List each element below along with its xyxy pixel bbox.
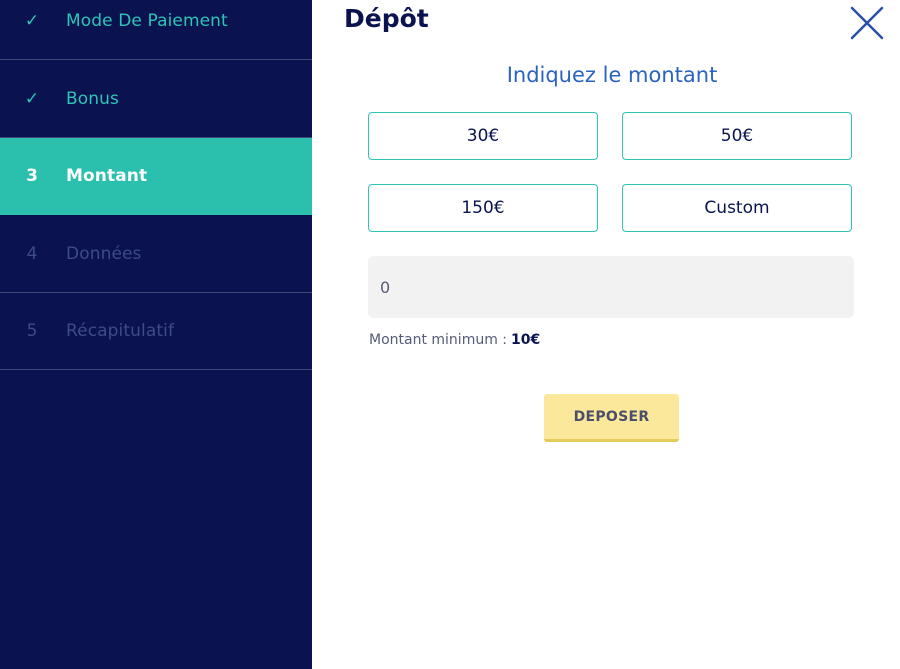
amount-50-button[interactable]: 50€ <box>622 112 852 160</box>
step-label: Mode De Paiement <box>66 11 228 31</box>
step-number: 3 <box>26 166 38 186</box>
amount-custom-button[interactable]: Custom <box>622 184 852 232</box>
step-label: Bonus <box>66 89 119 109</box>
step-number: 4 <box>26 244 38 264</box>
checkmark-icon: ✓ <box>24 89 40 109</box>
step-data: 4 Données <box>0 216 312 293</box>
step-payment-mode[interactable]: ✓ Mode De Paiement <box>0 0 312 60</box>
amount-30-button[interactable]: 30€ <box>368 112 598 160</box>
step-label: Montant <box>66 166 148 186</box>
amount-input[interactable] <box>368 256 854 318</box>
deposit-button[interactable]: DEPOSER <box>544 394 679 442</box>
amount-150-button[interactable]: 150€ <box>368 184 598 232</box>
step-bonus[interactable]: ✓ Bonus <box>0 61 312 138</box>
minimum-value: 10€ <box>511 332 541 348</box>
amount-panel: Dépôt Indiquez le montant 30€ 50€ 150€ C… <box>312 0 900 669</box>
minimum-amount-note: Montant minimum :10€ <box>369 332 540 348</box>
close-icon[interactable] <box>849 5 885 41</box>
step-label: Données <box>66 244 142 264</box>
checkmark-icon: ✓ <box>24 11 40 31</box>
step-label: Récapitulatif <box>66 321 175 341</box>
minimum-label: Montant minimum : <box>369 332 508 348</box>
amount-heading: Indiquez le montant <box>506 63 718 87</box>
page-title: Dépôt <box>344 4 429 33</box>
deposit-dialog: ✓ Mode De Paiement ✓ Bonus 3 Montant 4 D… <box>0 0 900 669</box>
step-number: 5 <box>26 321 38 341</box>
step-amount[interactable]: 3 Montant <box>0 138 312 215</box>
steps-sidebar: ✓ Mode De Paiement ✓ Bonus 3 Montant 4 D… <box>0 0 312 669</box>
step-summary: 5 Récapitulatif <box>0 293 312 370</box>
